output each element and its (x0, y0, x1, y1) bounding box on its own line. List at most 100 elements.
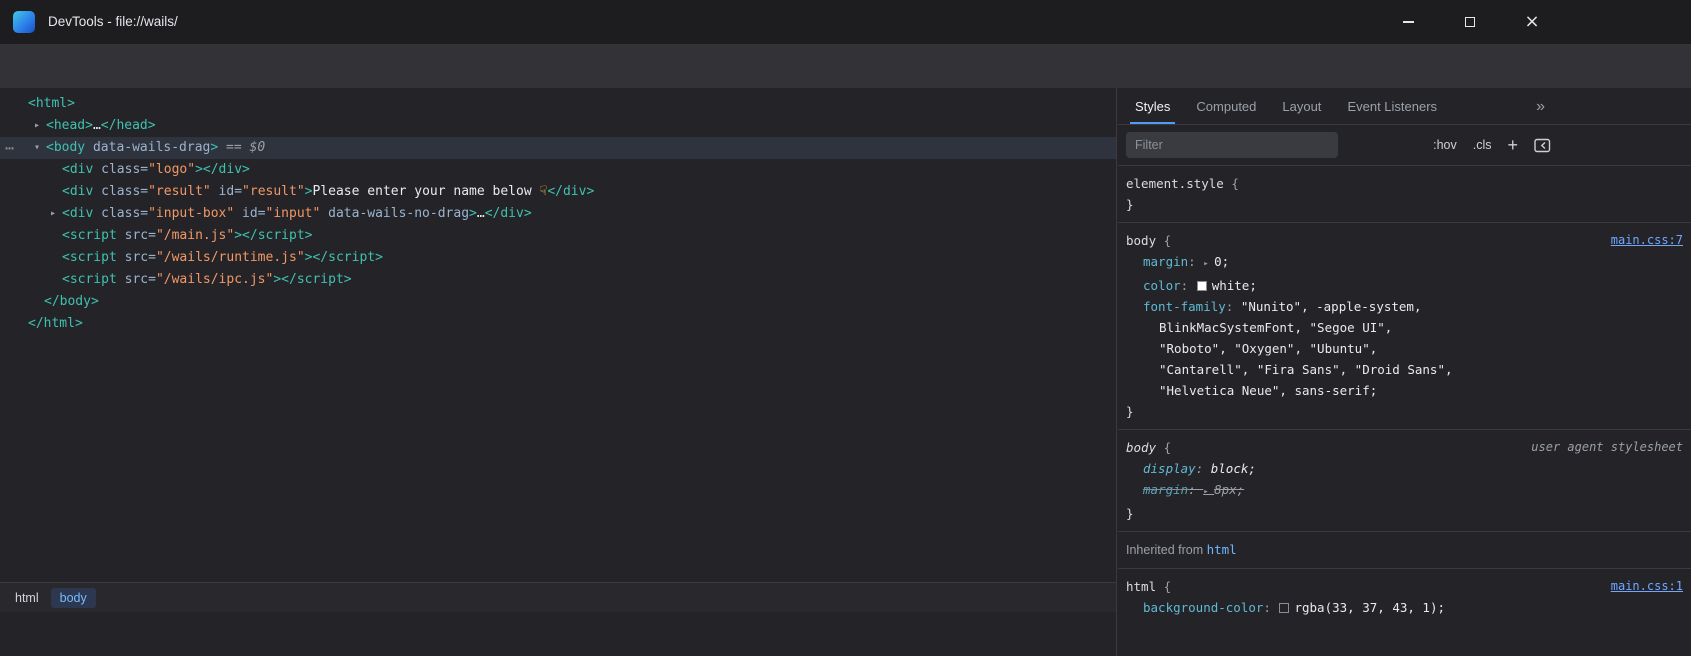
colon: : (1181, 278, 1196, 293)
disclosure-arrow-icon[interactable]: ▸ (31, 115, 43, 137)
property-value: BlinkMacSystemFont, "Segoe UI", (1159, 320, 1392, 335)
code-token-attr: class= (93, 162, 148, 177)
close-button[interactable]: × (1501, 0, 1563, 44)
tree-row[interactable]: <script src="/wails/ipc.js"></script> (0, 269, 1116, 291)
expand-value-icon[interactable]: ▸ (1203, 487, 1214, 497)
close-brace: } (1126, 503, 1549, 524)
code-token-tag: </body> (44, 294, 99, 309)
code-token-val: "/main.js" (156, 228, 234, 243)
sidebar-tab-label: Event Listeners (1347, 99, 1437, 114)
minimize-button[interactable] (1377, 0, 1439, 44)
disclosure-arrow-icon[interactable]: ▾ (31, 137, 43, 159)
breadcrumb-item-html[interactable]: html (6, 588, 48, 608)
disclosure-arrow-icon[interactable]: ▸ (47, 203, 59, 225)
elements-panel: <html>▸<head>…</head>⋯▾<body data-wails-… (0, 88, 1117, 656)
css-declaration-continued: BlinkMacSystemFont, "Segoe UI", (1126, 317, 1549, 338)
colon: : (1196, 461, 1211, 476)
style-rule: main.css:1 html { background-color: rgba(3… (1118, 569, 1691, 625)
window-titlebar: DevTools - file://wails/ × (0, 0, 1691, 44)
stylesheet-link[interactable]: main.css:7 (1611, 230, 1683, 251)
toggle-element-classes-button[interactable]: .cls (1473, 138, 1492, 152)
tree-row[interactable]: <div class="logo"></div> (0, 159, 1116, 181)
code-token-val: "/wails/ipc.js" (156, 272, 273, 287)
css-declaration[interactable]: color: white; (1126, 275, 1549, 296)
tree-row[interactable]: <script src="/wails/runtime.js"></script… (0, 247, 1116, 269)
window-controls: × (1377, 0, 1563, 44)
computed-styles-sidebar-icon[interactable] (1534, 138, 1551, 153)
property-name: margin (1143, 254, 1188, 269)
css-declaration[interactable]: font-family: "Nunito", -apple-system, (1126, 296, 1549, 317)
breadcrumb-item-body[interactable]: body (51, 588, 96, 608)
styles-toolbar-actions: :hov .cls + (1433, 136, 1551, 154)
new-style-rule-button[interactable]: + (1507, 136, 1518, 154)
tree-row[interactable]: </body> (0, 291, 1116, 313)
rule-header: user agent stylesheetbody { (1126, 437, 1549, 458)
expand-value-icon[interactable]: ▸ (1203, 259, 1214, 269)
code-token-val: "input" (266, 206, 321, 221)
styles-filter-input[interactable] (1126, 132, 1338, 158)
property-value: 8px; (1214, 482, 1244, 497)
css-declaration-continued: "Cantarell", "Fira Sans", "Droid Sans", (1126, 359, 1549, 380)
code-token-tag: > (469, 206, 477, 221)
css-declaration[interactable]: margin: ▸ 0; (1126, 251, 1549, 275)
styles-sections: element.style {} main.css:7 body { margin: … (1118, 166, 1691, 625)
styles-toolbar: :hov .cls + (1118, 125, 1691, 166)
property-name: display (1143, 461, 1196, 476)
code-token-text: … (93, 118, 101, 133)
css-declaration[interactable]: background-color: rgba(33, 37, 43, 1); (1126, 597, 1549, 618)
devtools-tabbar: WelcomeElementsConsoleSourcesNetworkPerf… (0, 44, 1691, 88)
sidebar-tab-computed[interactable]: Computed (1183, 88, 1269, 124)
css-declaration[interactable]: display: block; (1126, 458, 1549, 479)
overflow-tabs-button[interactable]: » (1536, 88, 1545, 125)
sidebar-tab-layout[interactable]: Layout (1269, 88, 1334, 124)
styles-sidebar: StylesComputedLayoutEvent Listeners » :h… (1118, 88, 1691, 656)
color-swatch[interactable] (1197, 281, 1207, 291)
inherited-node-link[interactable]: html (1207, 542, 1237, 557)
property-value: block; (1211, 461, 1256, 476)
css-declaration-continued: "Helvetica Neue", sans-serif; (1126, 380, 1549, 401)
rule-selector[interactable]: body (1126, 233, 1156, 248)
code-token-val: "result" (242, 184, 305, 199)
code-token-tag: <script (62, 272, 117, 287)
rule-selector[interactable]: html (1126, 579, 1156, 594)
dom-tree: <html>▸<head>…</head>⋯▾<body data-wails-… (0, 88, 1116, 335)
devtools-app-icon (13, 11, 35, 33)
code-token-attr: data-wails-drag (85, 140, 210, 155)
color-swatch[interactable] (1279, 603, 1289, 613)
css-declaration[interactable]: margin: ▸ 8px; (1126, 479, 1549, 503)
colon: : (1188, 482, 1203, 497)
code-token-attr: data-wails-no-drag (320, 206, 469, 221)
stylesheet-link[interactable]: main.css:1 (1611, 576, 1683, 597)
code-token-tag: <script (62, 250, 117, 265)
tree-row[interactable]: ▸<div class="input-box" id="input" data-… (0, 203, 1116, 225)
open-brace: { (1224, 176, 1239, 191)
tree-row[interactable]: <script src="/main.js"></script> (0, 225, 1116, 247)
double-chevron-icon: » (1536, 98, 1545, 116)
code-token-tag: </div> (485, 206, 532, 221)
open-brace: { (1156, 579, 1171, 594)
colon: : (1188, 254, 1203, 269)
open-brace: { (1156, 440, 1171, 455)
style-rule: user agent stylesheetbody {display: bloc… (1118, 430, 1691, 532)
tree-row[interactable]: </html> (0, 313, 1116, 335)
tree-row[interactable]: ▸<head>…</head> (0, 115, 1116, 137)
row-menu-icon[interactable]: ⋯ (5, 137, 15, 159)
tree-row[interactable]: <div class="result" id="result">Please e… (0, 181, 1116, 203)
tree-row[interactable]: ⋯▾<body data-wails-drag> == $0 (0, 137, 1116, 159)
code-token-val: "logo" (148, 162, 195, 177)
code-token-tag: </head> (101, 118, 156, 133)
toggle-pseudo-state-button[interactable]: :hov (1433, 138, 1457, 152)
code-token-tag: > (305, 184, 313, 199)
style-rule: main.css:7body {margin: ▸ 0;color: white… (1118, 223, 1691, 430)
window-title: DevTools - file://wails/ (48, 0, 178, 44)
close-brace: } (1126, 401, 1549, 422)
active-tab-underline (1130, 122, 1175, 125)
sidebar-tab-event-listeners[interactable]: Event Listeners (1334, 88, 1450, 124)
property-value: "Roboto", "Oxygen", "Ubuntu", (1159, 341, 1377, 356)
sidebar-tab-label: Layout (1282, 99, 1321, 114)
maximize-button[interactable] (1439, 0, 1501, 44)
rule-selector[interactable]: element.style (1126, 176, 1224, 191)
tree-row[interactable]: <html> (0, 93, 1116, 115)
sidebar-tab-styles[interactable]: Styles (1122, 88, 1183, 124)
rule-selector[interactable]: body (1126, 440, 1156, 455)
